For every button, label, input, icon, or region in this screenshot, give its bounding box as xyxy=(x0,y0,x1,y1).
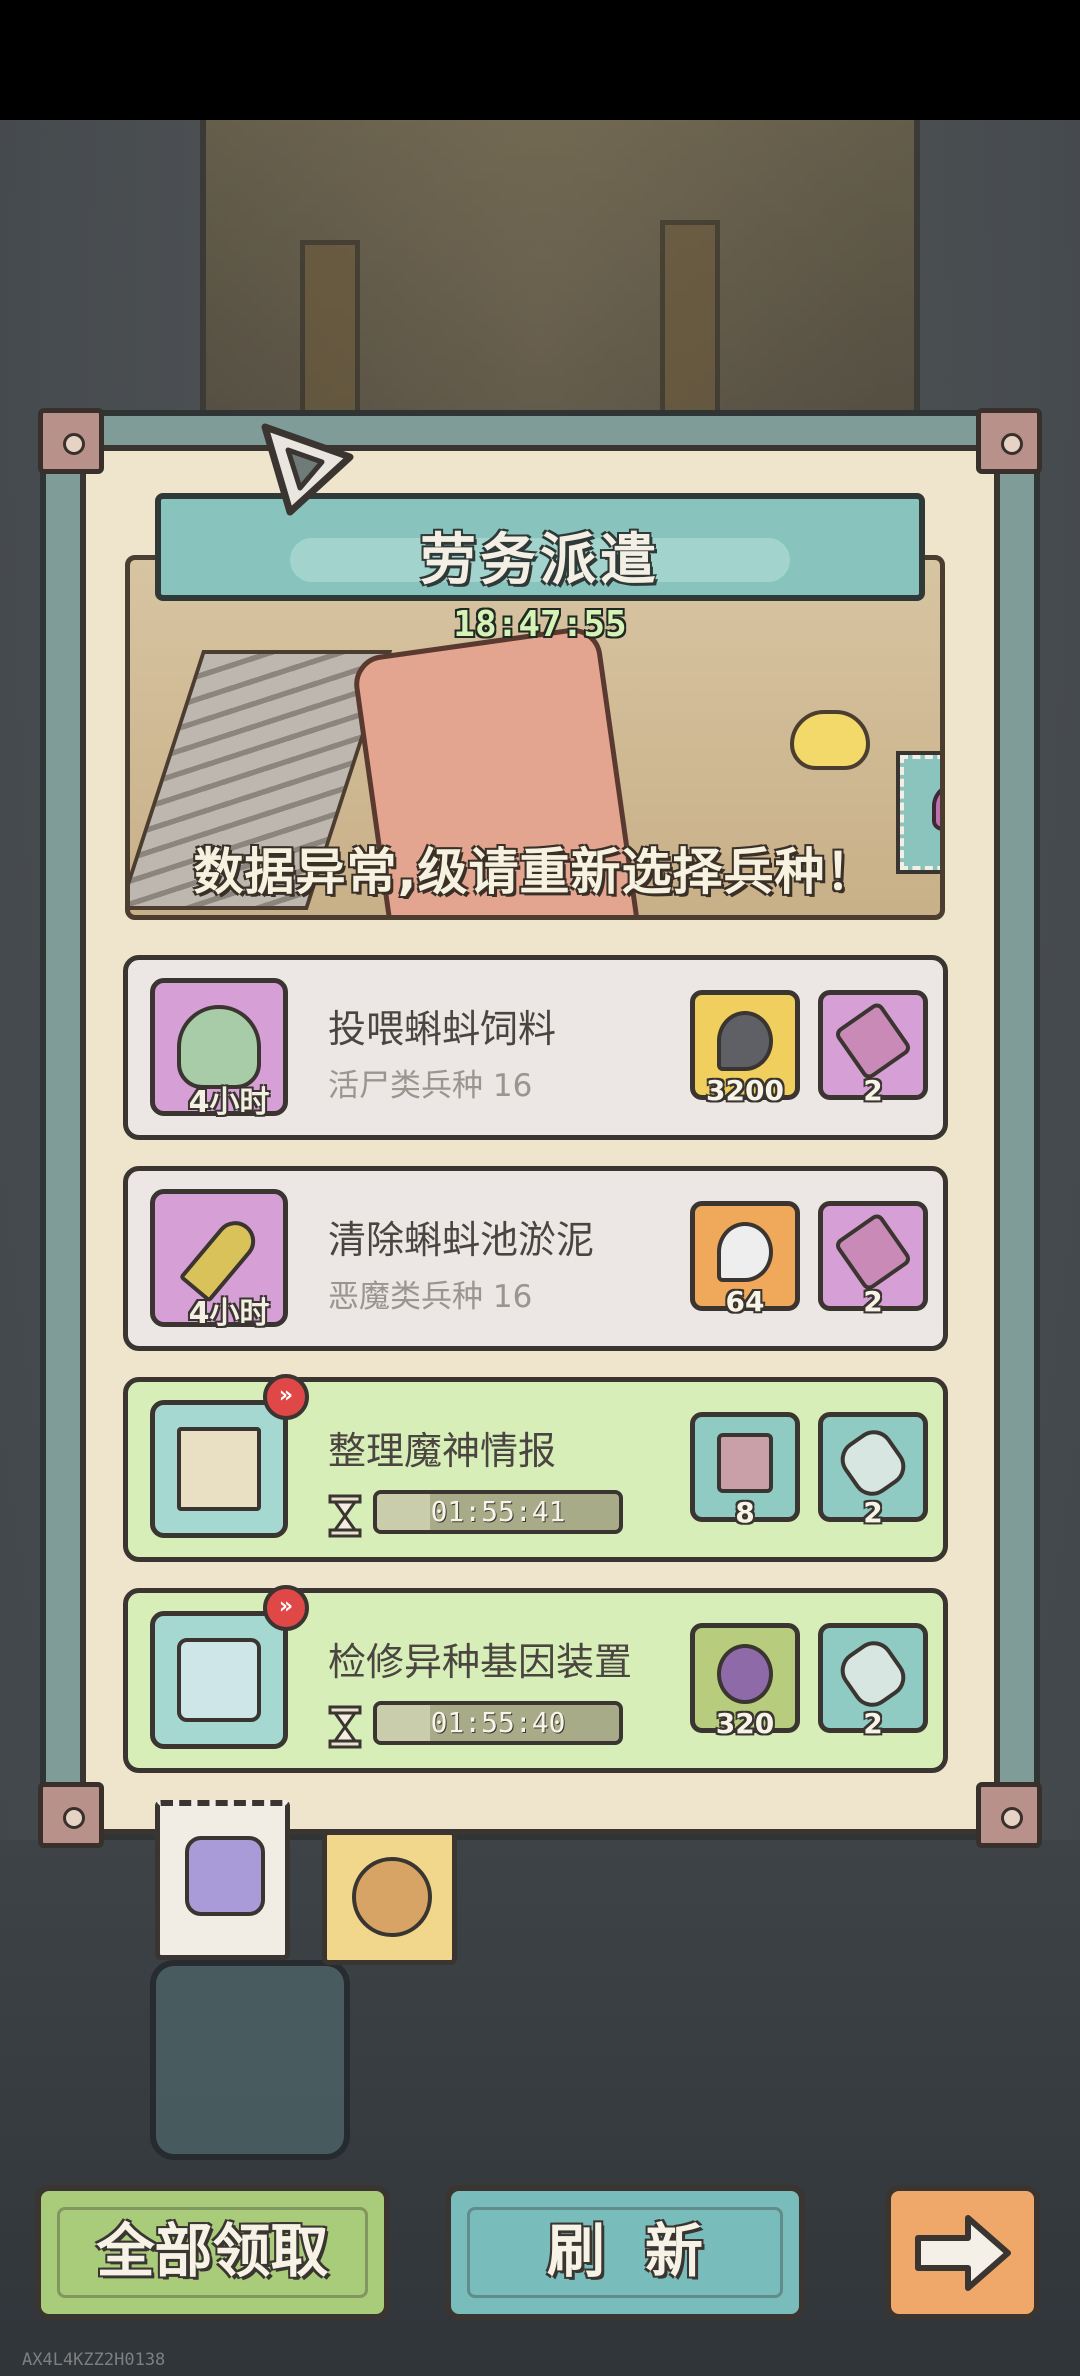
gray-tadpole-icon xyxy=(717,1011,773,1071)
task-name: 检修异种基因装置 xyxy=(328,1640,633,1684)
reward-slot[interactable]: 2 xyxy=(818,1623,928,1740)
background-robot xyxy=(150,1960,350,2160)
task-row[interactable]: 4小时 清除蝌蚪池淤泥 恶魔类兵种 16 64 2 xyxy=(123,1166,948,1351)
reward-quantity: 2 xyxy=(863,1496,883,1529)
virus-icon xyxy=(717,1644,773,1704)
gene-device-icon xyxy=(177,1638,261,1722)
frame-corner-bolt xyxy=(38,1782,104,1848)
tab-pacifier[interactable] xyxy=(155,1800,290,1960)
status-bar xyxy=(0,0,1080,120)
reward-quantity: 3200 xyxy=(706,1074,784,1107)
error-notice: 数据异常,级请重新选择兵种！ xyxy=(193,843,877,901)
task-progress-bar: 01:55:41 xyxy=(373,1490,623,1534)
card-pack-icon xyxy=(717,1433,773,1493)
hourglass-icon xyxy=(328,1705,362,1749)
scroll-icon xyxy=(832,1422,914,1504)
frame-corner-bolt xyxy=(38,408,104,474)
task-requirement: 恶魔类兵种 16 xyxy=(328,1279,533,1315)
reward-slot[interactable]: 2 xyxy=(818,990,928,1107)
button-inner-border xyxy=(57,2207,368,2298)
reward-quantity: 2 xyxy=(863,1074,883,1107)
arrow-right-icon xyxy=(915,2215,1011,2291)
cannon-icon xyxy=(832,1211,914,1293)
reward-slot[interactable]: 320 xyxy=(690,1623,800,1740)
task-name: 清除蝌蚪池淤泥 xyxy=(328,1218,595,1262)
scroll-icon xyxy=(832,1633,914,1715)
task-thumbnail xyxy=(150,1400,288,1538)
button-inner-border xyxy=(467,2207,783,2298)
intel-document-icon xyxy=(177,1427,261,1511)
teddy-bear-icon xyxy=(352,1857,432,1937)
task-duration: 4小时 xyxy=(188,1085,270,1120)
frame-corner-bolt xyxy=(976,1782,1042,1848)
task-name: 投喂蝌蚪饲料 xyxy=(328,1007,557,1051)
triangle-logo-icon xyxy=(261,423,354,516)
next-arrow-button[interactable] xyxy=(885,2185,1040,2320)
pacifier-icon xyxy=(185,1836,265,1916)
claim-all-button[interactable]: 全部领取 xyxy=(35,2185,390,2320)
white-tadpole-icon xyxy=(717,1222,773,1282)
frame-corner-bolt xyxy=(976,408,1042,474)
reward-slot[interactable]: 3200 xyxy=(690,990,800,1107)
task-row[interactable]: 4小时 投喂蝌蚪饲料 活尸类兵种 16 3200 2 xyxy=(123,955,948,1140)
task-duration: 4小时 xyxy=(188,1296,270,1331)
task-row[interactable]: » 整理魔神情报 01:55:41 8 2 xyxy=(123,1374,948,1562)
speed-up-icon[interactable]: » xyxy=(263,1585,309,1631)
reward-slot[interactable]: 8 xyxy=(690,1412,800,1529)
speed-up-icon[interactable]: » xyxy=(263,1374,309,1420)
reward-quantity: 2 xyxy=(863,1707,883,1740)
task-requirement: 活尸类兵种 16 xyxy=(328,1068,533,1104)
build-id: AX4L4KZZ2H0138 xyxy=(22,2350,166,2370)
reward-quantity: 320 xyxy=(715,1707,775,1740)
reward-slot[interactable]: 2 xyxy=(818,1201,928,1318)
task-progress-bar: 01:55:40 xyxy=(373,1701,623,1745)
task-name: 整理魔神情报 xyxy=(328,1429,557,1473)
cannon-icon xyxy=(832,1000,914,1082)
reward-quantity: 8 xyxy=(735,1496,755,1529)
reward-slot[interactable]: 64 xyxy=(690,1201,800,1318)
page-title: 劳务派遣 xyxy=(420,528,660,593)
rubber-duck-illustration xyxy=(790,710,870,770)
task-thumbnail: 4小时 xyxy=(150,978,288,1120)
task-timer: 01:55:41 xyxy=(430,1495,566,1528)
hourglass-icon xyxy=(328,1494,362,1538)
task-row[interactable]: » 检修异种基因装置 01:55:40 320 2 xyxy=(123,1585,948,1773)
reward-quantity: 2 xyxy=(863,1285,883,1318)
refresh-countdown: 18:47:55 xyxy=(453,604,627,645)
refresh-button[interactable]: 刷新 xyxy=(445,2185,805,2320)
task-thumbnail: 4小时 xyxy=(150,1189,288,1331)
reward-slot[interactable]: 2 xyxy=(818,1412,928,1529)
reward-quantity: 64 xyxy=(725,1285,765,1318)
task-thumbnail xyxy=(150,1611,288,1749)
pacifier-icon xyxy=(932,781,940,831)
tab-teddy-bear[interactable] xyxy=(322,1830,457,1965)
task-timer: 01:55:40 xyxy=(430,1706,566,1739)
